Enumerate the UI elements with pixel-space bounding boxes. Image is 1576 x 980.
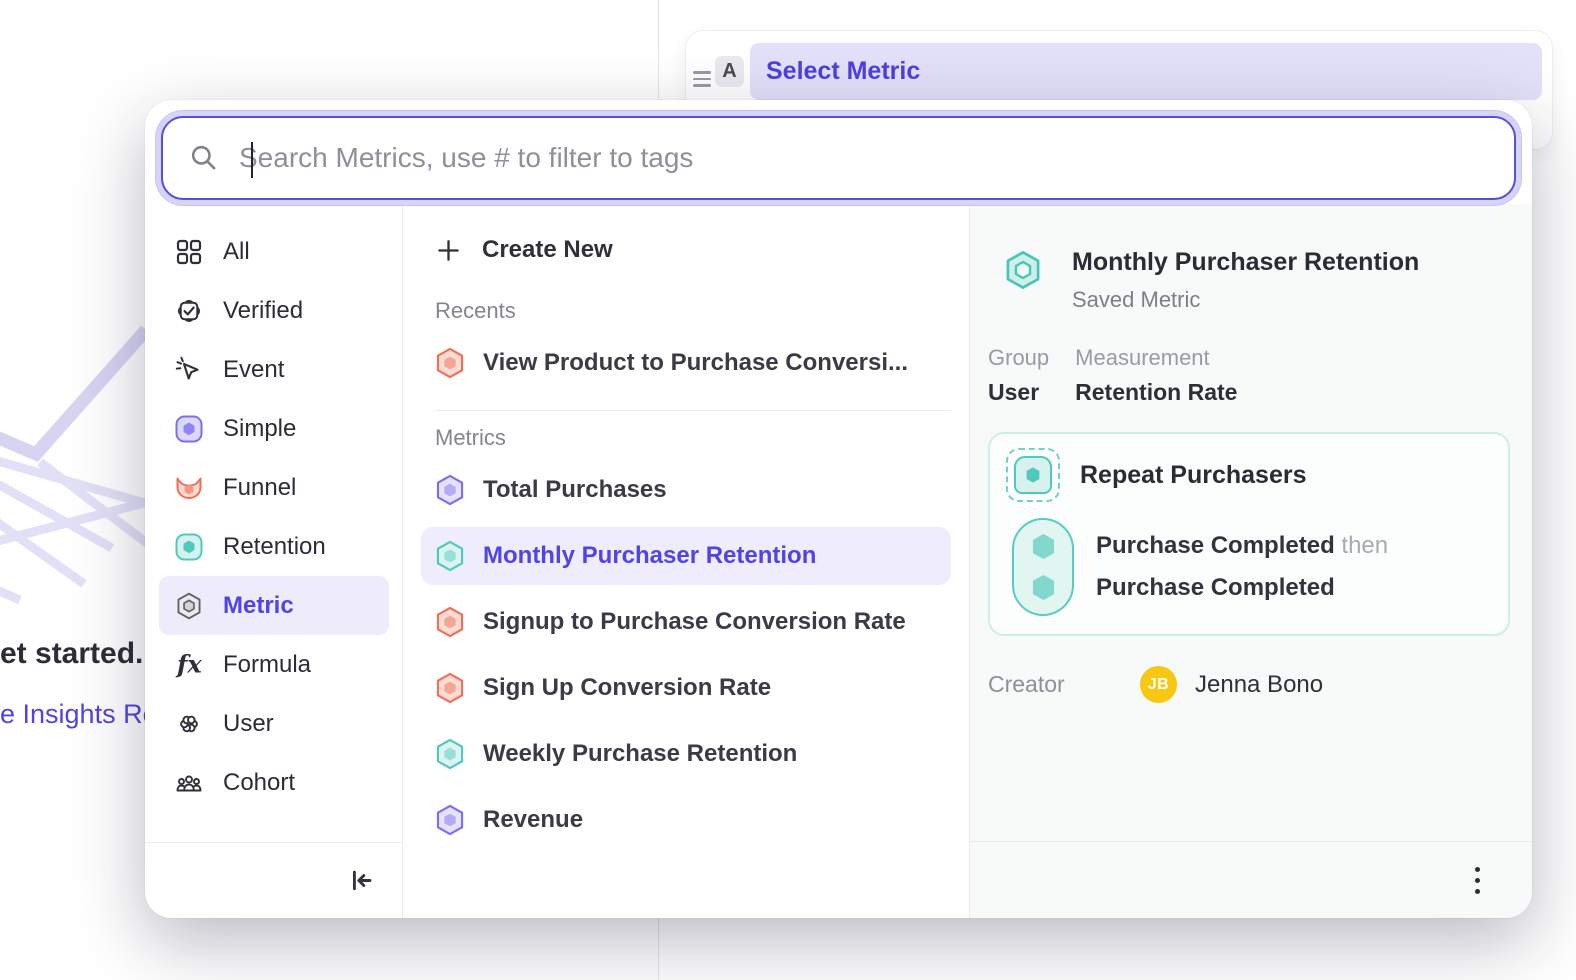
sidebar-item-event[interactable]: Event [159,340,389,399]
sidebar-item-retention[interactable]: Retention [159,517,389,576]
creator-name: Jenna Bono [1195,671,1323,699]
list-item-view-product-to-purchase[interactable]: View Product to Purchase Conversi... [421,334,951,392]
list-item-signup-to-purchase-conversion-rate[interactable]: Signup to Purchase Conversion Rate [421,593,951,651]
select-metric-button[interactable]: Select Metric [750,43,1542,100]
app-root: et started. e Insights Re A Select Metri… [0,0,1576,980]
text-caret [251,142,253,178]
sidebar-item-funnel[interactable]: Funnel [159,458,389,517]
cohort-people-icon [175,769,203,797]
sidebar-item-all[interactable]: All [159,222,389,281]
search-icon [189,143,219,173]
detail-type-label: Saved Metric [1072,287,1419,313]
metric-hexagon-icon [435,474,465,506]
metric-hexagon-icon [175,592,203,620]
sidebar-item-cohort[interactable]: Cohort [159,753,389,812]
creator-row: Creator JB Jenna Bono [988,666,1510,703]
metric-list-panel: Create New Recents View Product to Purch… [403,204,970,918]
group-field: Group User [988,345,1049,406]
sidebar-item-simple[interactable]: Simple [159,399,389,458]
background-insights-link-fragment[interactable]: e Insights Re [0,699,158,730]
step-1: Purchase Completed then [1096,532,1388,560]
list-item-total-purchases[interactable]: Total Purchases [421,461,951,519]
step-connector: then [1341,532,1388,559]
category-list: All Verified [145,204,402,842]
decorative-line-art [0,322,150,622]
recents-section-label: Recents [435,298,951,324]
event-hexagon-icon [1030,532,1057,561]
detail-meta: Group User Measurement Retention Rate [988,345,1510,406]
retention-metric-hexagon-icon [435,540,465,572]
sidebar-footer [145,842,402,918]
background-headline-fragment: et started. [0,637,143,671]
detail-title: Monthly Purchaser Retention [1072,248,1419,277]
sidebar-item-metric[interactable]: Metric [159,576,389,635]
plus-icon [435,237,462,264]
funnel-metric-hexagon-icon [435,672,465,704]
user-flower-icon [175,710,203,738]
sidebar-item-verified[interactable]: Verified [159,281,389,340]
event-sequence-capsule [1012,518,1074,616]
hexagon-icon [1025,466,1041,484]
list-item-monthly-purchaser-retention[interactable]: Monthly Purchaser Retention [421,527,951,585]
measurement-field: Measurement Retention Rate [1075,345,1237,406]
grid-icon [175,238,203,266]
metric-hexagon-icon [435,804,465,836]
measurement-value: Retention Rate [1075,379,1237,406]
retention-behavior-icon [1006,448,1060,502]
search-bar [161,116,1516,200]
group-label: Group [988,345,1049,371]
retention-metric-hexagon-icon [1004,250,1042,290]
funnel-metric-icon [175,474,203,502]
detail-footer [970,841,1532,918]
drag-handle-icon[interactable] [693,71,711,87]
retention-metric-hexagon-icon [435,738,465,770]
list-item-weekly-purchase-retention[interactable]: Weekly Purchase Retention [421,725,951,783]
simple-metric-icon [175,415,203,443]
section-divider [435,410,951,411]
sidebar-item-user[interactable]: User [159,694,389,753]
list-item-sign-up-conversion-rate[interactable]: Sign Up Conversion Rate [421,659,951,717]
creator-label: Creator [988,671,1140,698]
funnel-metric-hexagon-icon [435,606,465,638]
sidebar-item-formula[interactable]: fx Formula [159,635,389,694]
detail-header: Monthly Purchaser Retention Saved Metric [988,248,1510,313]
metrics-section-label: Metrics [435,425,951,451]
creator-avatar: JB [1140,666,1177,703]
category-sidebar: All Verified [145,204,403,918]
behavior-name: Repeat Purchasers [1080,461,1307,490]
metric-definition-card: Repeat Purchasers Purchase Completed the… [988,432,1510,636]
create-new-button[interactable]: Create New [421,224,951,276]
collapse-left-icon[interactable] [345,865,376,896]
funnel-metric-hexagon-icon [435,347,465,379]
verified-badge-icon [175,297,203,325]
series-letter-badge: A [715,56,744,87]
group-value: User [988,379,1049,406]
modal-body: All Verified [145,204,1532,918]
metric-detail-panel: Monthly Purchaser Retention Saved Metric… [970,204,1532,918]
formula-icon: fx [175,651,203,679]
step-2: Purchase Completed [1096,574,1388,602]
metric-picker-modal: All Verified [145,100,1532,918]
measurement-label: Measurement [1075,345,1237,371]
event-cursor-icon [175,356,203,384]
svg-text:fx: fx [175,651,202,679]
search-input[interactable] [239,142,1488,174]
event-hexagon-icon [1030,573,1057,602]
more-options-icon[interactable] [1469,861,1486,900]
list-item-revenue[interactable]: Revenue [421,791,951,849]
retention-metric-icon [175,533,203,561]
